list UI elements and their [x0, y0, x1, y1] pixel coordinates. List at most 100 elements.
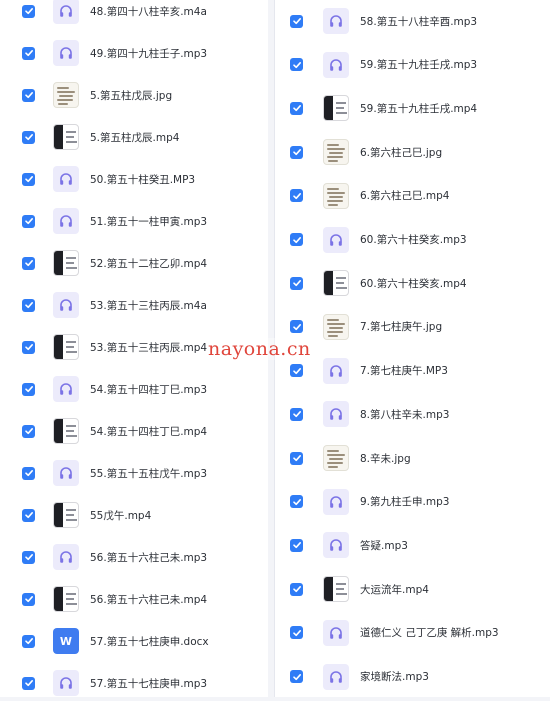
file-checkbox[interactable]: [22, 88, 35, 102]
video-thumbnail: [53, 586, 79, 612]
file-row[interactable]: 8.第八柱辛未.mp3: [275, 396, 550, 432]
file-checkbox[interactable]: [22, 550, 35, 564]
file-checkbox[interactable]: [290, 364, 303, 378]
file-list-right-column: 58.第五十八柱辛酉.mp3 59.第五十九柱壬戌.mp3 59.第五十九柱壬戌.m…: [274, 0, 550, 697]
video-thumbnail: [323, 270, 349, 297]
file-row[interactable]: 59.第五十九柱壬戌.mp4: [275, 90, 550, 126]
file-row[interactable]: 58.第五十八柱辛酉.mp3: [275, 3, 550, 39]
file-name: 7.第七柱庚午.MP3: [360, 365, 448, 378]
file-checkbox[interactable]: [290, 233, 303, 246]
file-checkbox[interactable]: [22, 424, 35, 438]
file-row[interactable]: 54.第五十四柱丁巳.mp3: [0, 371, 268, 407]
file-row[interactable]: 60.第六十柱癸亥.mp3: [275, 222, 550, 258]
file-row[interactable]: 52.第五十二柱乙卯.mp4: [0, 245, 268, 281]
file-row[interactable]: 60.第六十柱癸亥.mp4: [275, 265, 550, 301]
file-checkbox[interactable]: [290, 407, 303, 421]
file-row[interactable]: 49.第四十九柱壬子.mp3: [0, 35, 268, 71]
file-checkbox[interactable]: [290, 495, 303, 509]
image-thumbnail: [323, 139, 349, 166]
file-name: 大运流年.mp4: [360, 583, 429, 596]
file-row[interactable]: 48.第四十八柱辛亥.m4a: [0, 0, 268, 29]
file-name: 家境断法.mp3: [360, 671, 429, 683]
file-row[interactable]: 5.第五柱戊辰.jpg: [0, 77, 268, 113]
headphones-icon: [53, 208, 79, 234]
file-checkbox[interactable]: [22, 256, 35, 270]
word-doc-icon: W: [53, 628, 79, 654]
headphones-icon: [323, 619, 349, 646]
file-row[interactable]: 56.第五十六柱己未.mp3: [0, 539, 268, 575]
file-checkbox[interactable]: [22, 340, 35, 354]
file-name: 8.辛未.jpg: [360, 452, 411, 465]
file-checkbox[interactable]: [22, 634, 35, 648]
file-row[interactable]: 7.第七柱庚午.jpg: [275, 309, 550, 345]
headphones-icon: [53, 0, 79, 24]
file-name: 54.第五十四柱丁巳.mp4: [90, 425, 208, 438]
headphones-icon: [323, 357, 349, 384]
file-name: 58.第五十八柱辛酉.mp3: [360, 15, 478, 28]
file-checkbox[interactable]: [290, 670, 303, 683]
file-row[interactable]: 8.辛未.jpg: [275, 440, 550, 476]
file-row[interactable]: 56.第五十六柱己未.mp4: [0, 581, 268, 617]
file-name: 60.第六十柱癸亥.mp3: [360, 234, 467, 246]
file-checkbox[interactable]: [22, 4, 35, 18]
file-checkbox[interactable]: [22, 298, 35, 312]
file-name: 53.第五十三柱丙辰.m4a: [90, 299, 207, 312]
video-thumbnail: [53, 250, 79, 276]
file-row[interactable]: 59.第五十九柱壬戌.mp3: [275, 47, 550, 83]
file-name: 60.第六十柱癸亥.mp4: [360, 277, 467, 290]
file-name: 50.第五十柱癸丑.MP3: [90, 173, 196, 186]
file-row[interactable]: 答疑.mp3: [275, 527, 550, 563]
file-checkbox[interactable]: [290, 14, 303, 28]
file-checkbox[interactable]: [290, 626, 303, 640]
file-row[interactable]: 6.第六柱己巳.mp4: [275, 178, 550, 214]
file-checkbox[interactable]: [22, 382, 35, 396]
file-row[interactable]: 54.第五十四柱丁巳.mp4: [0, 413, 268, 449]
headphones-icon: [323, 51, 349, 78]
headphones-icon: [53, 40, 79, 66]
file-name: 56.第五十六柱己未.mp3: [90, 551, 208, 564]
image-thumbnail: [53, 82, 79, 108]
file-name: 52.第五十二柱乙卯.mp4: [90, 257, 208, 270]
file-row[interactable]: W 57.第五十七柱庚申.docx: [0, 623, 268, 659]
file-checkbox[interactable]: [22, 676, 35, 690]
file-row[interactable]: 7.第七柱庚午.MP3: [275, 353, 550, 389]
file-name: 6.第六柱己巳.jpg: [360, 146, 443, 159]
file-checkbox[interactable]: [22, 46, 35, 60]
file-checkbox[interactable]: [22, 130, 35, 144]
video-thumbnail: [53, 502, 79, 528]
file-row[interactable]: 家境断法.mp3: [275, 659, 550, 695]
video-thumbnail: [53, 124, 79, 150]
file-checkbox[interactable]: [290, 145, 303, 159]
file-row[interactable]: 6.第六柱己巳.jpg: [275, 134, 550, 170]
file-row[interactable]: 5.第五柱戊辰.mp4: [0, 119, 268, 155]
file-checkbox[interactable]: [290, 101, 303, 115]
headphones-icon: [53, 544, 79, 570]
file-checkbox[interactable]: [290, 538, 303, 552]
file-row[interactable]: 道德仁义 己丁乙庚 解析.mp3: [275, 615, 550, 651]
file-checkbox[interactable]: [290, 582, 303, 596]
file-checkbox[interactable]: [22, 508, 35, 522]
file-row[interactable]: 51.第五十一柱甲寅.mp3: [0, 203, 268, 239]
video-thumbnail: [53, 418, 79, 444]
file-checkbox[interactable]: [290, 320, 303, 334]
file-checkbox[interactable]: [22, 466, 35, 480]
file-row[interactable]: 50.第五十柱癸丑.MP3: [0, 161, 268, 197]
video-thumbnail: [323, 95, 349, 122]
file-checkbox[interactable]: [290, 189, 303, 203]
file-checkbox[interactable]: [290, 451, 303, 465]
file-name: 57.第五十七柱庚申.mp3: [90, 677, 208, 690]
file-name: 55.第五十五柱戊午.mp3: [90, 467, 208, 480]
file-row[interactable]: 大运流年.mp4: [275, 571, 550, 607]
file-checkbox[interactable]: [290, 58, 303, 72]
file-row[interactable]: 55.第五十五柱戊午.mp3: [0, 455, 268, 491]
file-row[interactable]: 57.第五十七柱庚申.mp3: [0, 665, 268, 701]
file-checkbox[interactable]: [290, 276, 303, 290]
file-row[interactable]: 53.第五十三柱丙辰.m4a: [0, 287, 268, 323]
file-checkbox[interactable]: [22, 214, 35, 228]
file-row[interactable]: 55戊午.mp4: [0, 497, 268, 533]
file-name: 9.第九柱壬申.mp3: [360, 496, 450, 509]
file-row[interactable]: 9.第九柱壬申.mp3: [275, 484, 550, 520]
file-checkbox[interactable]: [22, 592, 35, 606]
file-checkbox[interactable]: [22, 172, 35, 186]
image-thumbnail: [323, 445, 349, 471]
